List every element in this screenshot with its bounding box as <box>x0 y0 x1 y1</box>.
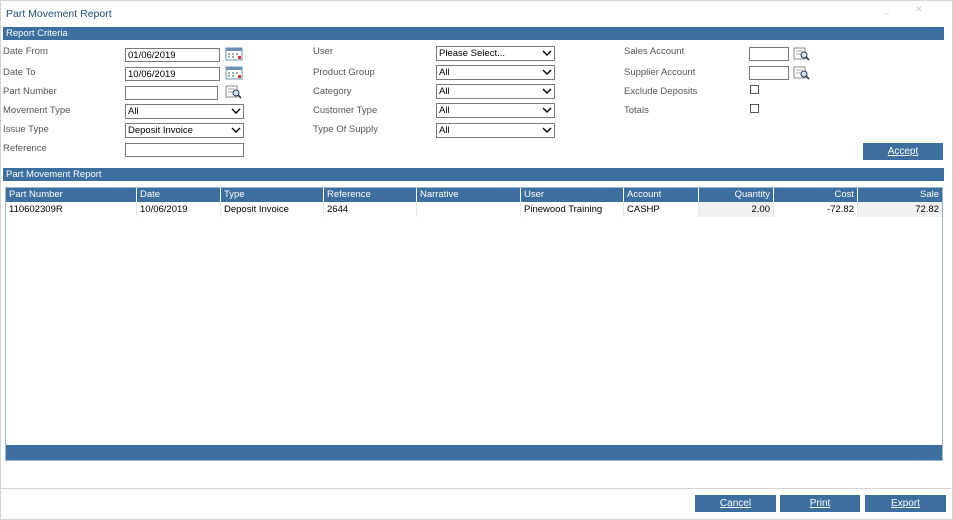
column-header-sale[interactable]: Sale <box>858 188 942 202</box>
exclude-deposits-label: Exclude Deposits <box>624 86 698 97</box>
cell-account: CASHP <box>624 202 699 217</box>
column-header-part-number[interactable]: Part Number <box>6 188 137 202</box>
print-button[interactable]: Print <box>780 495 860 512</box>
customer-type-select[interactable]: All <box>436 103 555 118</box>
movement-type-select[interactable]: All <box>125 104 244 119</box>
report-grid: Part Number Date Type Reference Narrativ… <box>5 187 943 461</box>
cell-sale: 72.82 <box>858 202 942 217</box>
grid-header-row: Part Number Date Type Reference Narrativ… <box>6 188 942 202</box>
customer-type-value: All <box>439 105 450 116</box>
footer-divider <box>0 488 951 489</box>
sales-account-label: Sales Account <box>624 46 685 57</box>
supplier-account-label: Supplier Account <box>624 67 696 78</box>
product-group-label: Product Group <box>313 67 375 78</box>
cell-part-number: 110602309R <box>6 202 137 217</box>
date-to-field[interactable] <box>125 67 220 81</box>
reference-field[interactable] <box>125 143 244 157</box>
column-header-cost[interactable]: Cost <box>774 188 858 202</box>
close-icon[interactable]: ✕ <box>915 4 923 15</box>
user-label: User <box>313 46 334 57</box>
supplier-account-lookup-icon[interactable] <box>793 66 811 80</box>
column-header-reference[interactable]: Reference <box>324 188 417 202</box>
category-value: All <box>439 86 450 97</box>
cell-quantity: 2.00 <box>699 202 774 217</box>
user-value: Please Select... <box>439 48 506 59</box>
table-row[interactable]: 110602309R 10/06/2019 Deposit Invoice 26… <box>6 202 942 217</box>
report-section-header: Part Movement Report <box>3 168 944 181</box>
category-select[interactable]: All <box>436 84 555 99</box>
totals-label: Totals <box>624 105 649 116</box>
column-header-date[interactable]: Date <box>137 188 221 202</box>
type-of-supply-label: Type Of Supply <box>313 124 378 135</box>
category-label: Category <box>313 86 352 97</box>
exclude-deposits-checkbox[interactable] <box>750 85 759 94</box>
issue-type-label: Issue Type <box>3 124 49 135</box>
part-number-label: Part Number <box>3 86 57 97</box>
column-header-quantity[interactable]: Quantity <box>699 188 774 202</box>
column-header-user[interactable]: User <box>521 188 624 202</box>
supplier-account-field[interactable] <box>749 66 789 80</box>
product-group-select[interactable]: All <box>436 65 555 80</box>
date-to-calendar-icon[interactable] <box>225 66 243 80</box>
export-button[interactable]: Export <box>865 495 946 512</box>
date-from-field[interactable] <box>125 48 220 62</box>
cancel-button[interactable]: Cancel <box>695 495 776 512</box>
date-from-label: Date From <box>3 46 48 57</box>
criteria-section-title: Report Criteria <box>6 28 68 39</box>
chevron-down-icon <box>231 108 241 114</box>
issue-type-select[interactable]: Deposit Invoice <box>125 123 244 138</box>
chevron-down-icon <box>542 127 552 133</box>
cell-reference: 2644 <box>324 202 417 217</box>
reference-label: Reference <box>3 143 47 154</box>
product-group-value: All <box>439 67 450 78</box>
cell-narrative <box>417 202 521 217</box>
column-header-narrative[interactable]: Narrative <box>417 188 521 202</box>
date-from-calendar-icon[interactable] <box>225 47 243 61</box>
sales-account-field[interactable] <box>749 47 789 61</box>
sales-account-lookup-icon[interactable] <box>793 47 811 61</box>
chevron-down-icon <box>231 127 241 133</box>
chevron-down-icon <box>542 69 552 75</box>
criteria-section-header: Report Criteria <box>3 27 944 40</box>
customer-type-label: Customer Type <box>313 105 378 116</box>
user-select[interactable]: Please Select... <box>436 46 555 61</box>
totals-checkbox[interactable] <box>750 104 759 113</box>
movement-type-label: Movement Type <box>3 105 71 116</box>
type-of-supply-value: All <box>439 125 450 136</box>
column-header-account[interactable]: Account <box>624 188 699 202</box>
type-of-supply-select[interactable]: All <box>436 123 555 138</box>
grid-footer <box>6 445 942 460</box>
chevron-down-icon <box>542 50 552 56</box>
window-title: Part Movement Report <box>6 8 112 20</box>
date-to-label: Date To <box>3 67 36 78</box>
minimize-icon[interactable]: _ <box>884 4 889 14</box>
chevron-down-icon <box>542 88 552 94</box>
accept-button[interactable]: Accept <box>863 143 943 160</box>
cell-date: 10/06/2019 <box>137 202 221 217</box>
part-number-lookup-icon[interactable] <box>225 85 243 99</box>
cell-cost: -72.82 <box>774 202 858 217</box>
part-number-field[interactable] <box>125 86 218 100</box>
issue-type-value: Deposit Invoice <box>128 125 193 136</box>
report-section-title: Part Movement Report <box>6 169 102 180</box>
column-header-type[interactable]: Type <box>221 188 324 202</box>
cell-type: Deposit Invoice <box>221 202 324 217</box>
movement-type-value: All <box>128 106 139 117</box>
cell-user: Pinewood Training <box>521 202 624 217</box>
chevron-down-icon <box>542 107 552 113</box>
